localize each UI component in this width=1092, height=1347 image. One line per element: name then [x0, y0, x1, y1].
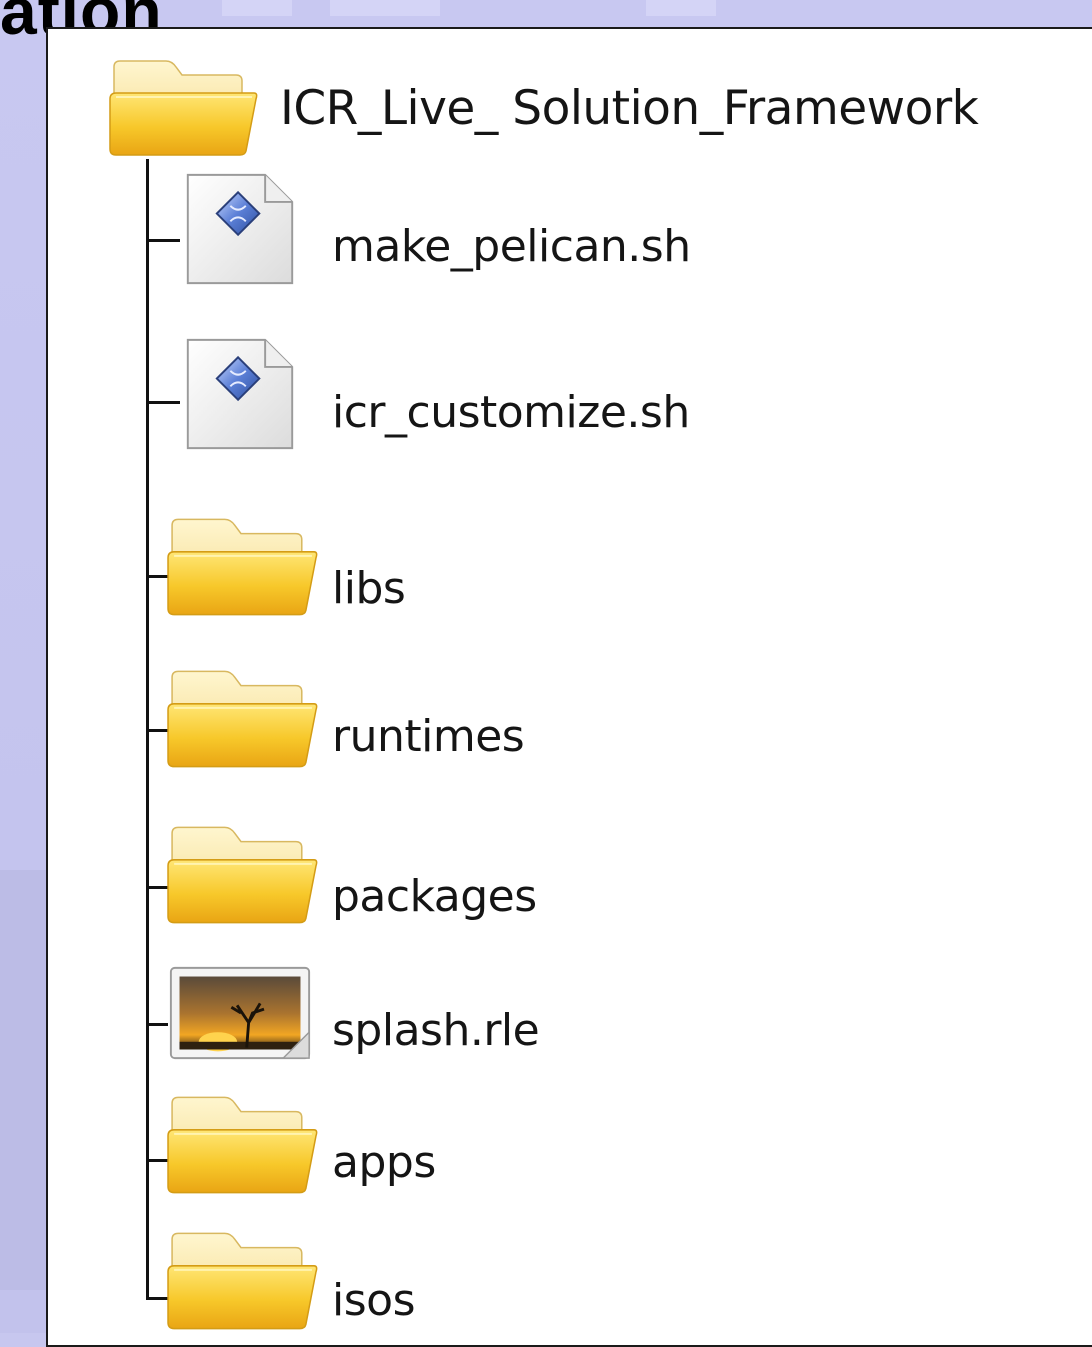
folder-icon	[166, 511, 318, 621]
tree-branch-line	[146, 239, 180, 242]
folder-icon	[108, 57, 258, 157]
tree-item-label: make_pelican.sh	[332, 221, 691, 272]
tree-branch-line	[146, 729, 168, 732]
shell-script-icon	[182, 333, 298, 455]
slide-header-band	[330, 0, 440, 16]
tree-item-label: apps	[332, 1137, 436, 1188]
tree-item-label: isos	[332, 1275, 416, 1326]
tree-item-label: splash.rle	[332, 1005, 540, 1056]
tree-branch-line	[146, 401, 180, 404]
tree-item-label: packages	[332, 871, 537, 922]
shell-script-icon	[182, 169, 298, 289]
image-file-icon	[168, 963, 312, 1063]
slide-header-band	[222, 0, 292, 16]
folder-icon	[166, 1225, 318, 1335]
tree-root-label: ICR_Live_ Solution_Framework	[280, 81, 979, 136]
folder-icon	[166, 819, 318, 929]
folder-icon	[166, 1089, 318, 1199]
tree-branch-line	[146, 1159, 168, 1162]
folder-icon	[166, 663, 318, 773]
slide-side-panel	[0, 870, 46, 1290]
tree-branch-line	[146, 1297, 168, 1300]
tree-branch-line	[146, 1023, 168, 1026]
tree-branch-line	[146, 575, 168, 578]
tree-item-label: runtimes	[332, 711, 525, 762]
file-tree-panel: ICR_Live_ Solution_Framework make_pelica…	[46, 27, 1092, 1347]
tree-branch-line	[146, 886, 168, 889]
tree-item-label: icr_customize.sh	[332, 387, 690, 438]
slide-header-band	[646, 0, 716, 16]
tree-item-label: libs	[332, 563, 406, 614]
